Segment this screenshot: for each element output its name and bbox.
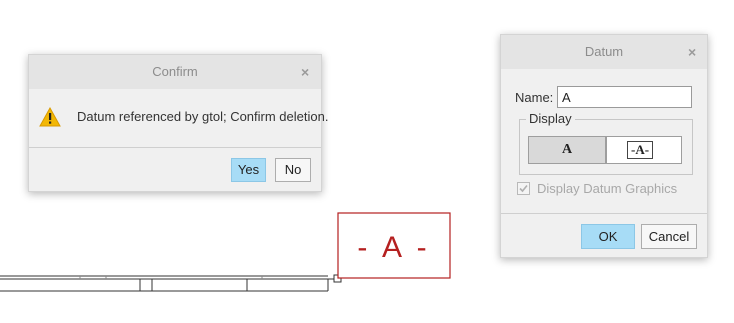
close-icon[interactable]: × [688, 35, 696, 69]
datum-separator [501, 213, 707, 214]
display-option-plain[interactable]: A [528, 136, 606, 164]
name-input-value: A [562, 90, 571, 105]
display-graphics-checkbox[interactable] [517, 182, 530, 195]
ok-button[interactable]: OK [581, 224, 635, 249]
no-button[interactable]: No [275, 158, 311, 182]
yes-button[interactable]: Yes [231, 158, 266, 182]
display-option-framed-label: -A- [627, 141, 654, 159]
display-group-label: Display [526, 111, 575, 126]
confirm-separator [29, 147, 321, 148]
confirm-message: Datum referenced by gtol; Confirm deleti… [77, 109, 329, 124]
cancel-button[interactable]: Cancel [641, 224, 697, 249]
display-option-plain-label: A [561, 142, 573, 157]
datum-dialog: Datum × Name: A Display A -A- Display Da… [500, 34, 708, 258]
name-label: Name: [515, 90, 554, 105]
name-input[interactable]: A [557, 86, 692, 108]
display-group: Display A -A- [519, 111, 693, 175]
confirm-titlebar[interactable]: Confirm × [29, 55, 321, 89]
datum-titlebar[interactable]: Datum × [501, 35, 707, 69]
close-icon[interactable]: × [301, 55, 309, 89]
warning-icon [39, 107, 61, 127]
confirm-dialog: Confirm × Datum referenced by gtol; Conf… [28, 54, 328, 192]
confirm-title: Confirm [152, 64, 198, 79]
display-graphics-label: Display Datum Graphics [537, 181, 678, 196]
checkbox-checked-icon [519, 184, 528, 193]
part-outline [0, 275, 329, 292]
datum-title: Datum [584, 44, 624, 59]
display-option-framed[interactable]: -A- [606, 136, 682, 164]
datum-feature-label: - A - [357, 231, 430, 264]
